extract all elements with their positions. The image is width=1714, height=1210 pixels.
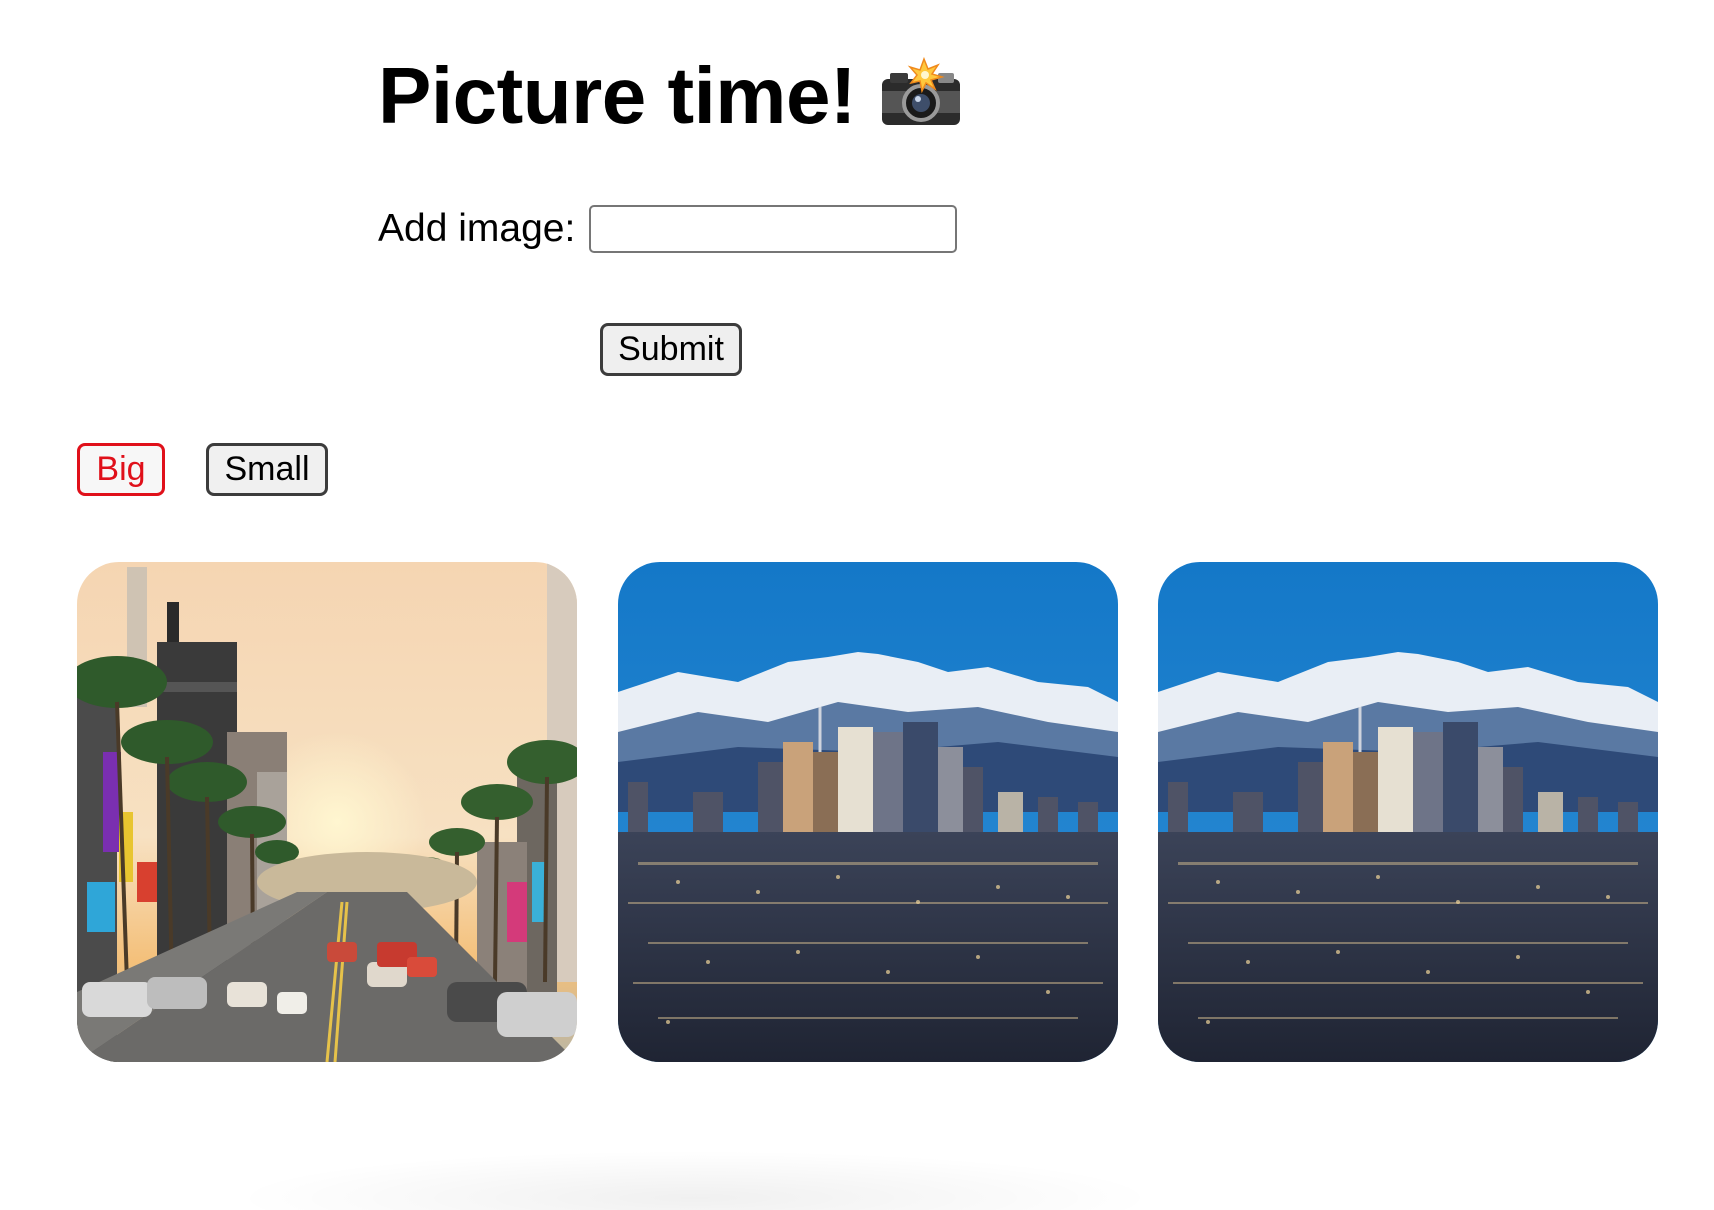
add-image-label: Add image:: [378, 207, 576, 250]
big-size-button[interactable]: Big: [77, 443, 165, 496]
page-title-text: Picture time!: [378, 51, 857, 140]
gallery-image-street[interactable]: [77, 562, 577, 1062]
page-title: Picture time!: [378, 40, 964, 158]
skyline-mountains-photo: [618, 562, 1118, 1062]
submit-button[interactable]: Submit: [600, 323, 742, 376]
gallery-image-skyline-1[interactable]: [618, 562, 1118, 1062]
gallery-image-skyline-2[interactable]: [1158, 562, 1658, 1062]
add-image-input[interactable]: [589, 205, 958, 253]
camera-with-flash-icon: [878, 46, 964, 158]
bottom-shadow: [230, 1150, 1160, 1210]
add-image-form: Add image:: [378, 202, 958, 256]
small-size-button[interactable]: Small: [206, 443, 328, 496]
street-sunset-photo: [77, 562, 577, 1062]
skyline-mountains-photo: [1158, 562, 1658, 1062]
